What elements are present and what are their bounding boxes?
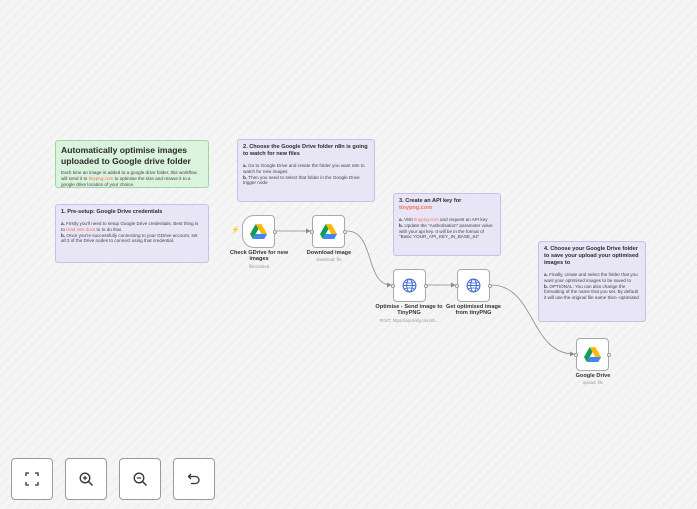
- step-3-item-b: b. Update the "Authorisation" parameter …: [399, 223, 495, 240]
- node-label: Check GDrive for new images: [229, 250, 289, 263]
- node-google-drive-upload[interactable]: [574, 338, 611, 371]
- globe-icon: [466, 278, 481, 293]
- step-4-item-b: b. OPTIONAL: You can also change the for…: [544, 284, 640, 301]
- output-port[interactable]: [343, 229, 347, 234]
- tinypng-link[interactable]: tinypng.com: [414, 217, 439, 222]
- n8n-docs-link[interactable]: read n8n docs: [66, 227, 95, 232]
- item-text: OPTIONAL: You can also change the format…: [544, 283, 639, 301]
- sticky-note-step-2[interactable]: 2. Choose the Google Drive folder n8n is…: [237, 139, 375, 202]
- input-port[interactable]: [310, 229, 314, 234]
- zoom-out-button[interactable]: [119, 458, 161, 500]
- sticky-note-step-3[interactable]: 3. Create an API key for tinypng.com a. …: [393, 193, 501, 256]
- node-optimise-tinypng[interactable]: [391, 269, 428, 302]
- step-3-heading: 3. Create an API key for tinypng.com: [399, 198, 495, 212]
- output-port[interactable]: [607, 352, 611, 357]
- node-subtitle: download: file: [316, 257, 342, 262]
- item-text: Once you're successfully connecting to y…: [61, 232, 198, 244]
- workflow-canvas[interactable]: Automatically optimise images uploaded t…: [0, 0, 697, 509]
- item-text-end: and request an API key: [438, 217, 488, 222]
- node-subtitle: fileCreated: [248, 264, 270, 269]
- reset-zoom-button[interactable]: [173, 458, 215, 500]
- input-port[interactable]: [455, 283, 459, 288]
- step-1-item-b: b. Once you're successfully connecting t…: [61, 233, 203, 245]
- node-check-gdrive[interactable]: [242, 215, 277, 248]
- step-2-item-b: b. Then you need to select that folder i…: [243, 175, 369, 187]
- node-label: Download image: [306, 250, 352, 256]
- node-get-optimised-image[interactable]: [455, 269, 492, 302]
- input-port[interactable]: [391, 283, 395, 288]
- zoom-in-icon: [79, 472, 93, 486]
- input-port[interactable]: [574, 352, 578, 357]
- sticky-note-step-4[interactable]: 4. Choose your Google Drive folder to sa…: [538, 241, 646, 322]
- sticky-note-step-1[interactable]: 1. Pre-setup: Google Drive credentials a…: [55, 204, 209, 263]
- sticky-note-title[interactable]: Automatically optimise images uploaded t…: [55, 140, 209, 188]
- item-text: Finally, create and select the folder th…: [544, 272, 638, 283]
- step-4-item-a: a. Finally, create and select the folder…: [544, 272, 640, 284]
- tinypng-link[interactable]: tinypng.com: [399, 205, 432, 211]
- undo-icon: [187, 473, 200, 485]
- heading-text: 3. Create an API key for: [399, 198, 462, 204]
- item-text-end: to to do that.: [95, 226, 123, 232]
- workflow-title: Automatically optimise images uploaded t…: [61, 145, 191, 166]
- item-text: Update the "Authorisation" parameter val…: [399, 222, 493, 240]
- tinypng-link[interactable]: tinypng.com: [89, 176, 114, 181]
- output-port[interactable]: [488, 283, 492, 288]
- step-2-heading: 2. Choose the Google Drive folder n8n is…: [243, 144, 368, 157]
- output-port[interactable]: [273, 229, 277, 234]
- node-subtitle: POST: https://api.tinify.com/sh...: [379, 318, 439, 323]
- zoom-in-button[interactable]: [65, 458, 107, 500]
- item-text: Go to Google Drive and create the folder…: [243, 163, 365, 174]
- item-text: Then you need to select that folder in t…: [243, 174, 360, 186]
- title-description: Each time an image is added to a google …: [61, 170, 203, 187]
- google-drive-icon: [584, 347, 601, 362]
- node-label: Get optimised image from tinyPNG: [445, 304, 502, 317]
- google-drive-icon: [320, 224, 337, 239]
- output-port[interactable]: [424, 283, 428, 288]
- step-1-item-a: a. Firstly you'll need to setup Google D…: [61, 221, 203, 233]
- step-4-heading: 4. Choose your Google Drive folder to sa…: [544, 246, 639, 266]
- item-text: Visit: [402, 217, 414, 222]
- google-drive-icon: [250, 224, 267, 239]
- node-subtitle: upload: file: [582, 380, 604, 385]
- fit-view-icon: [25, 472, 39, 486]
- zoom-out-icon: [133, 472, 147, 486]
- fit-view-button[interactable]: [11, 458, 53, 500]
- trigger-bolt-icon: ⚡: [231, 227, 240, 234]
- globe-icon: [402, 278, 417, 293]
- node-label: Google Drive: [575, 373, 611, 379]
- node-label: Optimise - Send image to TinyPNG: [375, 304, 443, 317]
- step-1-heading: 1. Pre-setup: Google Drive credentials: [61, 209, 163, 215]
- step-2-item-a: a. Go to Google Drive and create the fol…: [243, 163, 369, 175]
- node-download-image[interactable]: [310, 215, 347, 248]
